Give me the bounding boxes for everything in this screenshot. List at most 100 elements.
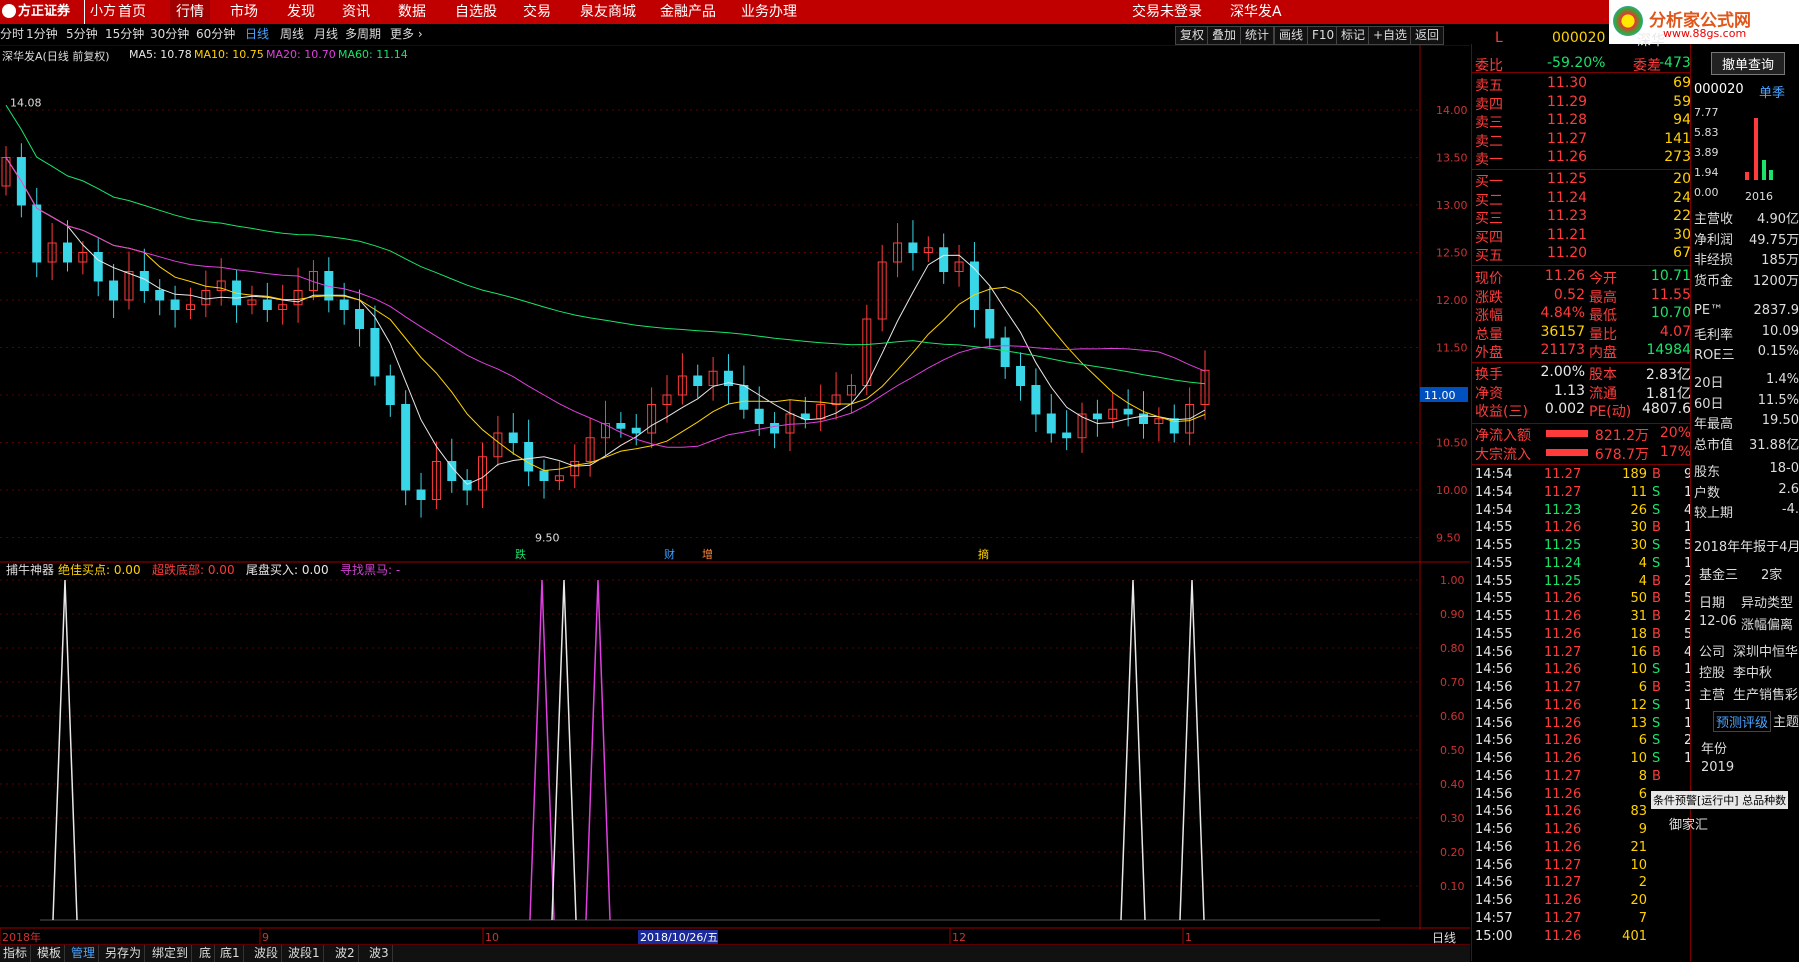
f10-key-9: 年最高 [1694,417,1734,432]
event-marker[interactable]: 摘 [978,547,989,561]
bottom-tab-0[interactable]: 指标 [0,945,32,962]
period-tab-9[interactable]: 多周期 [345,24,381,45]
period-tab-6[interactable]: 日线 [245,24,269,45]
menu-item-1[interactable]: 行情 [170,0,210,24]
stat2-label-b-1: 流通 [1589,385,1617,402]
candle-body [1016,366,1026,386]
flow-label-0: 净流入额 [1475,428,1531,444]
indicator-value-1: 超跌底部: 0.00 [152,563,235,577]
f10-val-6: 0.15% [1757,344,1799,359]
period-tab-8[interactable]: 月线 [314,24,338,45]
toolbar-button-7[interactable]: 返回 [1410,26,1445,45]
stat-value-a-4: 21173 [1540,342,1585,358]
alert-window[interactable]: 条件预警[运行中] 总品种数 [1651,791,1789,809]
date-label: 2018年 [2,930,41,944]
rating-tab[interactable]: 预测评级 [1713,711,1772,732]
ask-price-4: 11.26 [1547,149,1588,165]
toolbar-button-4[interactable]: F10 [1307,26,1340,45]
period-tab-10[interactable]: 更多 › [390,24,423,45]
kline-chart[interactable]: 14.0013.5013.0012.5012.0011.5011.0010.50… [0,45,1470,944]
bottom-tab-10[interactable]: 波3 [366,945,393,962]
theme-tab[interactable]: 主题 [1773,711,1799,730]
bottom-tab-5[interactable]: 底 [196,945,216,962]
menu-item-5[interactable]: 数据 [398,0,426,24]
tick-side-12: B [1652,680,1661,695]
menu-item-4[interactable]: 资讯 [342,0,370,24]
period-tab-2[interactable]: 5分钟 [66,24,98,45]
stat-label-a-1: 涨跌 [1475,289,1503,306]
bottom-tab-7[interactable]: 波段 [251,945,283,962]
event-marker[interactable]: 跌 [515,547,526,561]
broker-logo[interactable]: 方正证券 小方 [0,0,120,24]
price-tick-label: 14.00 [1436,104,1468,117]
tick-side-1: S [1652,484,1661,500]
candle-body [355,309,365,329]
menu-item-0[interactable]: 首页 [118,0,146,24]
bottom-tab-8[interactable]: 波段1 [285,945,324,962]
cancel-query-button[interactable]: 撤单查询 [1711,52,1786,75]
menu-bar: 方正证券 小方 首页 行情 市场 发现 资讯 数据 自选股 交易 泉友商城 金融产品 业务办理 交易… [0,0,1799,24]
period-tab-3[interactable]: 15分钟 [105,24,144,45]
tick-side-10: B [1652,644,1661,660]
candle-body [1046,413,1056,434]
bid-vol-1: 24 [1673,189,1691,206]
menu-item-7[interactable]: 交易 [523,0,551,24]
f10-val-2: 185万 [1761,253,1799,268]
toolbar-button-3[interactable]: 画线 [1274,26,1309,45]
candle-body [524,442,534,472]
price-tick-label: 9.50 [1436,532,1461,545]
ask-label-0: 卖五 [1475,78,1503,94]
toolbar-button-6[interactable]: +自选 [1368,26,1413,45]
season-tab[interactable]: 单季 [1759,82,1785,101]
bottom-tab-2[interactable]: 管理 [68,945,100,962]
stat2-label-b-0: 股本 [1589,367,1617,383]
menu-item-8[interactable]: 泉友商城 [580,0,636,24]
ask-vol-0: 69 [1673,75,1691,91]
bid-label-3: 买四 [1475,229,1503,246]
login-status[interactable]: 交易未登录 [1132,0,1202,24]
bottom-period-label[interactable]: 日线 [1432,929,1456,946]
indicator-tick-label: 1.00 [1440,574,1465,587]
year-key: 年份 [1701,742,1728,757]
tick-price-8: 11.26 [1544,609,1582,624]
bottom-tab-6[interactable]: 底1 [217,945,244,962]
menu-item-9[interactable]: 金融产品 [660,0,716,24]
tick-time-21: 14:56 [1475,839,1513,855]
period-tab-1[interactable]: 1分钟 [26,24,58,45]
period-tab-4[interactable]: 30分钟 [150,24,189,45]
f10-val-11: 18-0 [1769,461,1799,476]
candle-body [1062,432,1072,439]
menu-item-10[interactable]: 业务办理 [741,0,797,24]
bottom-tab-9[interactable]: 波2 [332,945,359,962]
toolbar-button-5[interactable]: 标记 [1336,26,1371,45]
tick-vol-3: 30 [1630,520,1647,536]
mini-year: 2016 [1745,190,1773,203]
period-tab-0[interactable]: 分时 [0,24,24,45]
menu-item-6[interactable]: 自选股 [455,0,497,24]
bottom-tab-3[interactable]: 另存为 [102,945,146,962]
alert-item[interactable]: 御家汇 [1669,814,1708,833]
bottom-tab-1[interactable]: 模板 [34,945,66,962]
bottom-tab-4[interactable]: 绑定到 [149,945,193,962]
tick-time-16: 14:56 [1475,751,1513,766]
period-tab-5[interactable]: 60分钟 [196,24,235,45]
tick-time-14: 14:56 [1475,715,1513,731]
logo-sub: 小方 [84,0,116,24]
candle-body [693,375,703,386]
toolbar-button-1[interactable]: 叠加 [1207,26,1242,45]
event-marker[interactable]: 增 [702,547,713,561]
indicator-name[interactable]: 捕牛神器 [6,561,54,578]
ask-vol-4: 273 [1664,149,1691,165]
period-tab-7[interactable]: 周线 [280,24,304,45]
event-marker[interactable]: 财 [664,547,675,561]
indicator-tick-label: 0.30 [1440,812,1465,825]
toolbar-button-2[interactable]: 统计 [1240,26,1275,45]
event-type: 涨幅偏离 [1741,618,1794,633]
stat2-value-b-2: 4807.6 [1642,401,1691,417]
menu-item-3[interactable]: 发现 [287,0,315,24]
menu-item-2[interactable]: 市场 [230,0,258,24]
tick-price-5: 11.24 [1544,555,1582,571]
chart-title: 深华发A(日线 前复权) [2,50,110,63]
toolbar-button-0[interactable]: 复权 [1175,26,1210,45]
mini-bar-1 [1745,172,1749,180]
